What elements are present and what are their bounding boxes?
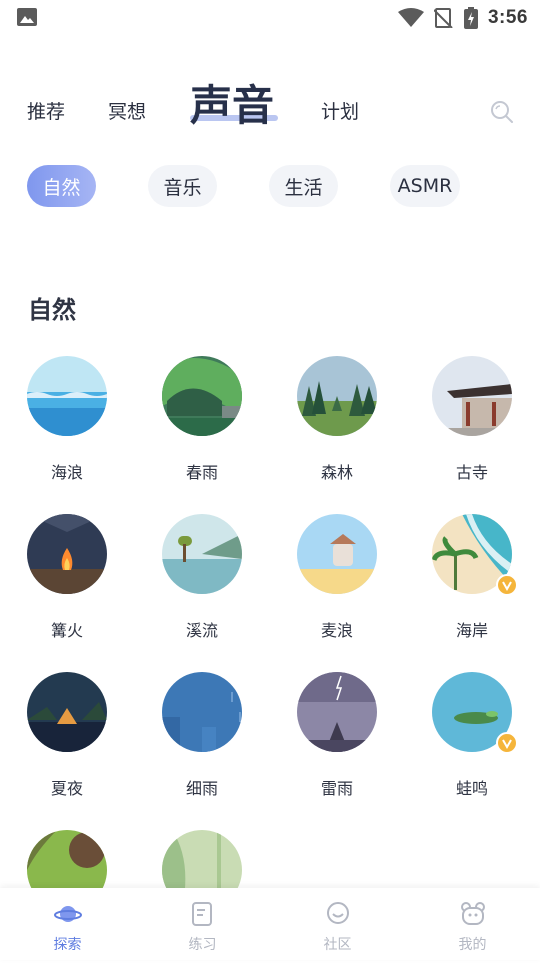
nav-label: 探索 [53,937,82,953]
chip-nature[interactable]: 自然 [27,165,96,207]
nav-label: 练习 [188,937,217,953]
sound-label: 雷雨 [320,779,353,798]
chip-music[interactable]: 音乐 [148,165,217,207]
no-signal-icon [433,8,453,28]
drizzle-thumbnail [162,672,242,752]
sound-card-thunderstorm[interactable]: 雷雨 [287,672,387,812]
sound-label: 古寺 [455,463,488,482]
status-time: 3:56 [487,7,528,28]
chip-life[interactable]: 生活 [269,165,338,207]
nav-label: 我的 [458,937,487,953]
tab-plan[interactable]: 计划 [321,97,359,124]
search-icon[interactable] [490,100,514,124]
chat-bubble-icon [327,902,349,924]
ancient-temple-thumbnail [432,356,512,436]
tab-meditation[interactable]: 冥想 [108,97,146,124]
spring-rain-thumbnail [162,356,242,436]
sound-label: 麦浪 [320,621,353,640]
tab-sounds[interactable]: 声音 [190,72,274,133]
sound-label: 篝火 [50,621,83,640]
chip-asmr[interactable]: ASMR [390,165,460,207]
top-tabs: 推荐 冥想 声音 计划 [0,60,540,140]
sound-label: 海岸 [455,621,488,640]
sound-card-frogs[interactable]: 蛙鸣 [422,672,522,812]
stream-thumbnail [162,514,242,594]
bottom-navigation: 探索 练习 社区 我的 [0,888,540,960]
sound-card-spring-rain[interactable]: 春雨 [152,356,252,496]
sound-label: 溪流 [185,621,218,640]
sound-label: 春雨 [185,463,218,482]
sound-card-coast[interactable]: 海岸 [422,514,522,654]
sound-card-drizzle[interactable]: 细雨 [152,672,252,812]
summer-night-thumbnail [27,672,107,752]
vip-badge-icon [496,574,518,596]
category-chips: 自然 音乐 生活 ASMR [0,165,540,211]
nav-profile[interactable]: 我的 [405,888,540,960]
tab-recommend[interactable]: 推荐 [27,97,65,124]
sound-card-stream[interactable]: 溪流 [152,514,252,654]
section-title: 自然 [28,296,76,324]
wheat-waves-thumbnail [297,514,377,594]
campfire-thumbnail [27,514,107,594]
bear-face-icon [461,902,485,925]
sound-label: 海浪 [50,463,83,482]
vip-badge-icon [496,732,518,754]
sound-card-waves[interactable]: 海浪 [17,356,117,496]
sound-label: 蛙鸣 [455,779,488,798]
thunderstorm-thumbnail [297,672,377,752]
sound-label: 细雨 [185,779,218,798]
wifi-icon [397,8,424,27]
image-notification-icon [17,8,37,26]
forest-thumbnail [297,356,377,436]
nav-community[interactable]: 社区 [270,888,405,960]
sound-card-forest[interactable]: 森林 [287,356,387,496]
sound-card-wheat-waves[interactable]: 麦浪 [287,514,387,654]
sound-card-campfire[interactable]: 篝火 [17,514,117,654]
nav-explore[interactable]: 探索 [0,888,135,960]
nav-label: 社区 [323,937,352,953]
sound-label: 夏夜 [50,779,83,798]
sound-label: 森林 [320,463,353,482]
status-bar: 3:56 [0,0,540,36]
nav-practice[interactable]: 练习 [135,888,270,960]
planet-icon [54,906,82,922]
edit-note-icon [192,902,212,926]
sound-card-summer-night[interactable]: 夏夜 [17,672,117,812]
sound-card-ancient-temple[interactable]: 古寺 [422,356,522,496]
battery-charging-icon [463,7,478,29]
waves-thumbnail [27,356,107,436]
